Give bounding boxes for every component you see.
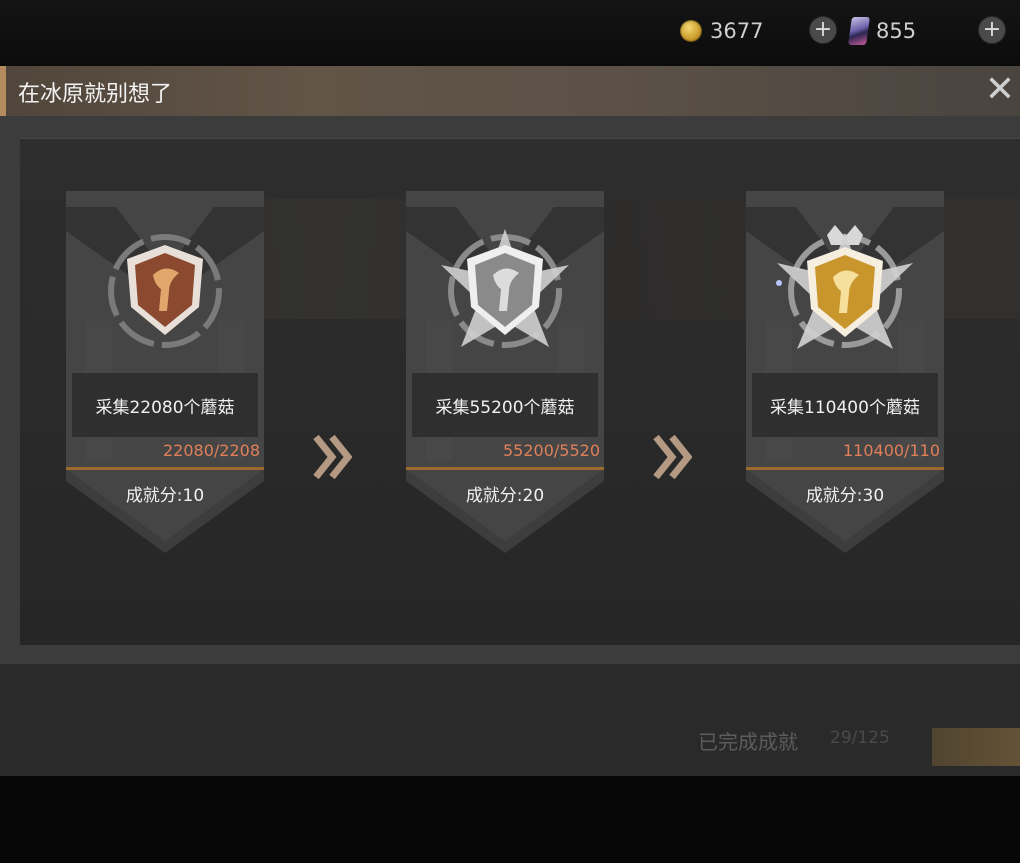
resource-bar: 3677 + 855 + (0, 0, 1020, 62)
gold-medal-icon (776, 225, 913, 349)
chevron-right-icon (313, 434, 352, 480)
achievement-progress: 55200/5520 (502, 441, 600, 460)
dialog-title-bar: 在冰原就别想了 (0, 66, 1020, 116)
add-card-button[interactable]: + (978, 16, 1006, 44)
achievement-panel: 采集22080个蘑菇 22080/2208 成就分:10 采集55200个蘑菇 … (20, 138, 1020, 645)
achievement-card-bronze[interactable]: 采集22080个蘑菇 22080/2208 成就分:10 (66, 191, 264, 555)
achievement-progress: 22080/2208 (162, 441, 260, 460)
achievement-card-silver[interactable]: 采集55200个蘑菇 55200/5520 成就分:20 (406, 191, 604, 555)
silver-medal-icon (441, 229, 569, 348)
achievement-card-gold[interactable]: 采集110400个蘑菇 110400/110 成就分:30 (746, 191, 944, 555)
achievement-progress: 110400/110 (842, 441, 940, 460)
completed-count: 29/125 (830, 728, 890, 748)
achievement-task: 采集22080个蘑菇 (72, 373, 258, 437)
achievement-task: 采集110400个蘑菇 (752, 373, 938, 437)
close-icon[interactable]: ✕ (982, 70, 1018, 110)
achievement-dialog: 在冰原就别想了 ✕ 采集22080个蘑菇 22080/2208 成就分:10 采… (0, 66, 1020, 664)
add-gold-button[interactable]: + (809, 16, 837, 44)
achievement-score: 成就分:20 (465, 486, 545, 506)
chevron-right-icon (653, 434, 692, 480)
card-resource: 855 (848, 14, 917, 48)
completed-label: 已完成成就 (698, 730, 798, 754)
card-icon (848, 17, 870, 45)
bronze-medal-icon (108, 234, 222, 348)
gold-coin-icon (680, 20, 702, 42)
achievement-score: 成就分:30 (805, 486, 885, 506)
achievement-score: 成就分:10 (125, 486, 205, 506)
achievement-footer: 已完成成就 29/125 (0, 664, 1020, 776)
achievement-task: 采集55200个蘑菇 (412, 373, 598, 437)
gold-amount: 3677 (710, 19, 764, 43)
dialog-title: 在冰原就别想了 (18, 82, 173, 107)
claim-button[interactable] (932, 728, 1020, 766)
gold-resource: 3677 (680, 14, 763, 48)
card-amount: 855 (876, 19, 917, 43)
